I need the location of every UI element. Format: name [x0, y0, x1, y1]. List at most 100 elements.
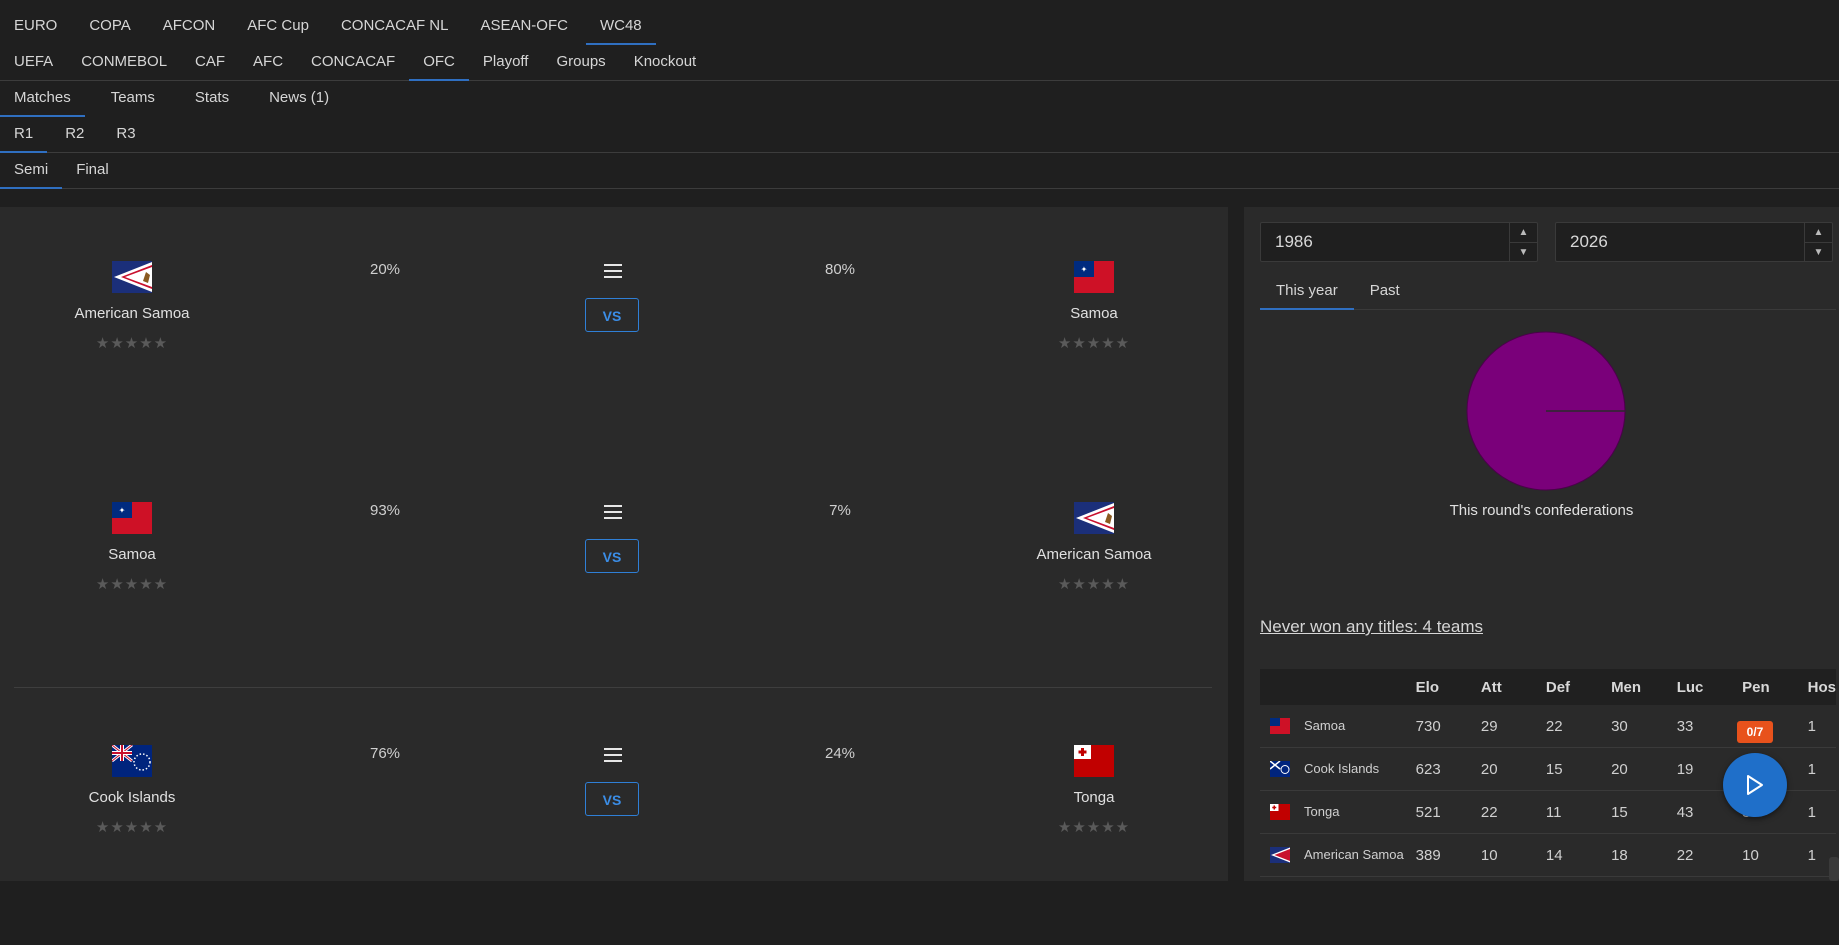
tab-r2[interactable]: R2	[51, 116, 98, 152]
tab-ofc[interactable]: OFC	[409, 44, 469, 81]
team-cell: Cook Islands	[1260, 747, 1408, 791]
home-team[interactable]: American Samoa ★★★★★	[22, 261, 242, 352]
round-tabs: R1 R2 R3	[0, 116, 1839, 153]
tab-asean-ofc[interactable]: ASEAN-OFC	[466, 8, 582, 44]
tab-conmebol[interactable]: CONMEBOL	[67, 44, 181, 80]
men-cell: 20	[1603, 747, 1669, 791]
team-name: American Samoa	[74, 305, 190, 322]
team-name: Tonga	[1304, 803, 1340, 819]
team-name: American Samoa	[1304, 846, 1404, 862]
tab-teams[interactable]: Teams	[97, 80, 169, 116]
col-att-header[interactable]: Att	[1472, 669, 1538, 705]
tab-caf[interactable]: CAF	[181, 44, 239, 80]
tab-wc48[interactable]: WC48	[585, 8, 656, 45]
team-name: Samoa	[1070, 305, 1118, 322]
year-from-input[interactable]: 1986 ▲ ▼	[1260, 222, 1538, 262]
menu-icon[interactable]	[604, 748, 622, 762]
chevron-up-icon[interactable]: ▲	[1805, 223, 1832, 243]
year-to-stepper[interactable]: ▲ ▼	[1804, 223, 1832, 261]
tab-playoff[interactable]: Playoff	[469, 44, 543, 80]
menu-icon[interactable]	[604, 505, 622, 519]
samoa-flag-icon	[1270, 718, 1290, 735]
tab-afcon[interactable]: AFCON	[149, 8, 230, 44]
def-cell: 14	[1537, 833, 1604, 877]
stage-tabs: Semi Final	[0, 152, 1839, 189]
tab-matches[interactable]: Matches	[0, 80, 85, 117]
samoa-flag-icon: ✦	[1074, 261, 1114, 293]
away-team[interactable]: ✦ Samoa ★★★★★	[984, 261, 1204, 352]
chevron-down-icon[interactable]: ▼	[1510, 243, 1537, 262]
elo-cell: 389	[1407, 833, 1473, 877]
team-cell: Tonga	[1260, 790, 1408, 834]
tab-groups[interactable]: Groups	[542, 44, 619, 80]
year-from-value: 1986	[1275, 232, 1313, 251]
competition-tabs: EURO COPA AFCON AFC Cup CONCACAF NL ASEA…	[0, 8, 1839, 45]
tab-copa[interactable]: COPA	[75, 8, 144, 44]
col-luc-header[interactable]: Luc	[1668, 669, 1735, 705]
col-pen-header[interactable]: Pen	[1734, 669, 1800, 705]
table-header-row: Elo Att Def Men Luc Pen Hos	[1260, 669, 1836, 705]
team-cell: American Samoa	[1260, 833, 1408, 877]
team-name: Cook Islands	[1304, 760, 1380, 776]
vs-button[interactable]: VS	[585, 782, 639, 816]
tab-knockout[interactable]: Knockout	[620, 44, 711, 80]
elo-cell: 623	[1407, 747, 1473, 791]
american-samoa-flag-icon	[1074, 502, 1114, 534]
confederation-tabs: UEFA CONMEBOL CAF AFC CONCACAF OFC Playo…	[0, 44, 1839, 81]
men-cell: 18	[1603, 833, 1669, 877]
att-cell: 22	[1472, 790, 1538, 834]
att-cell: 20	[1472, 747, 1538, 791]
chevron-up-icon[interactable]: ▲	[1510, 223, 1537, 243]
year-to-input[interactable]: 2026 ▲ ▼	[1555, 222, 1833, 262]
team-name: Tonga	[1073, 789, 1115, 806]
tab-final[interactable]: Final	[62, 152, 123, 188]
tab-afc[interactable]: AFC	[239, 44, 297, 80]
def-cell: 22	[1537, 705, 1604, 748]
rating-stars: ★★★★★	[1057, 576, 1131, 593]
tab-concacaf[interactable]: CONCACAF	[297, 44, 409, 80]
play-button[interactable]	[1723, 753, 1787, 817]
progress-badge: 0/7	[1737, 721, 1773, 743]
tab-stats[interactable]: Stats	[181, 80, 243, 116]
tab-euro[interactable]: EURO	[0, 8, 71, 44]
home-team[interactable]: ✦ Samoa ★★★★★	[22, 502, 242, 593]
team-name: Cook Islands	[88, 789, 176, 806]
never-won-titles-link[interactable]: Never won any titles: 4 teams	[1260, 617, 1483, 637]
tab-news[interactable]: News (1)	[255, 80, 343, 116]
american-samoa-flag-icon	[1270, 847, 1290, 864]
away-team[interactable]: Tonga ★★★★★	[984, 745, 1204, 836]
tab-r1[interactable]: R1	[0, 116, 48, 153]
luc-cell: 22	[1668, 833, 1735, 877]
svg-text:✦: ✦	[1081, 265, 1088, 274]
men-cell: 30	[1603, 705, 1669, 748]
match-card: American Samoa ★★★★★ 20% VS 80% ✦ Samoa …	[0, 253, 1228, 453]
elo-cell: 730	[1407, 705, 1473, 748]
col-def-header[interactable]: Def	[1537, 669, 1604, 705]
match-card: ✦ Samoa ★★★★★ 93% VS 7% American Samoa ★…	[0, 494, 1228, 694]
vs-button[interactable]: VS	[585, 298, 639, 332]
tab-semi[interactable]: Semi	[0, 152, 63, 189]
tab-past[interactable]: Past	[1354, 273, 1416, 309]
tab-afc-cup[interactable]: AFC Cup	[233, 8, 323, 44]
tab-this-year[interactable]: This year	[1260, 273, 1354, 310]
col-elo-header[interactable]: Elo	[1407, 669, 1473, 705]
chevron-down-icon[interactable]: ▼	[1805, 243, 1832, 262]
rating-stars: ★★★★★	[95, 819, 169, 836]
tab-concacaf-nl[interactable]: CONCACAF NL	[327, 8, 463, 44]
col-hos-header[interactable]: Hos	[1799, 669, 1836, 705]
year-from-stepper[interactable]: ▲ ▼	[1509, 223, 1537, 261]
menu-icon[interactable]	[604, 264, 622, 278]
confederations-pie-chart	[1466, 331, 1626, 491]
table-row[interactable]: American Samoa 389 10 14 18 22 10 1	[1260, 833, 1836, 877]
samoa-flag-icon: ✦	[112, 502, 152, 534]
rating-stars: ★★★★★	[1057, 335, 1131, 352]
men-cell: 15	[1603, 790, 1669, 834]
scrollbar[interactable]	[1829, 857, 1839, 881]
home-team[interactable]: Cook Islands ★★★★★	[22, 745, 242, 836]
tab-r3[interactable]: R3	[102, 116, 149, 152]
col-men-header[interactable]: Men	[1603, 669, 1669, 705]
away-team[interactable]: American Samoa ★★★★★	[984, 502, 1204, 593]
tab-uefa[interactable]: UEFA	[0, 44, 67, 80]
vs-button[interactable]: VS	[585, 539, 639, 573]
rating-stars: ★★★★★	[95, 576, 169, 593]
